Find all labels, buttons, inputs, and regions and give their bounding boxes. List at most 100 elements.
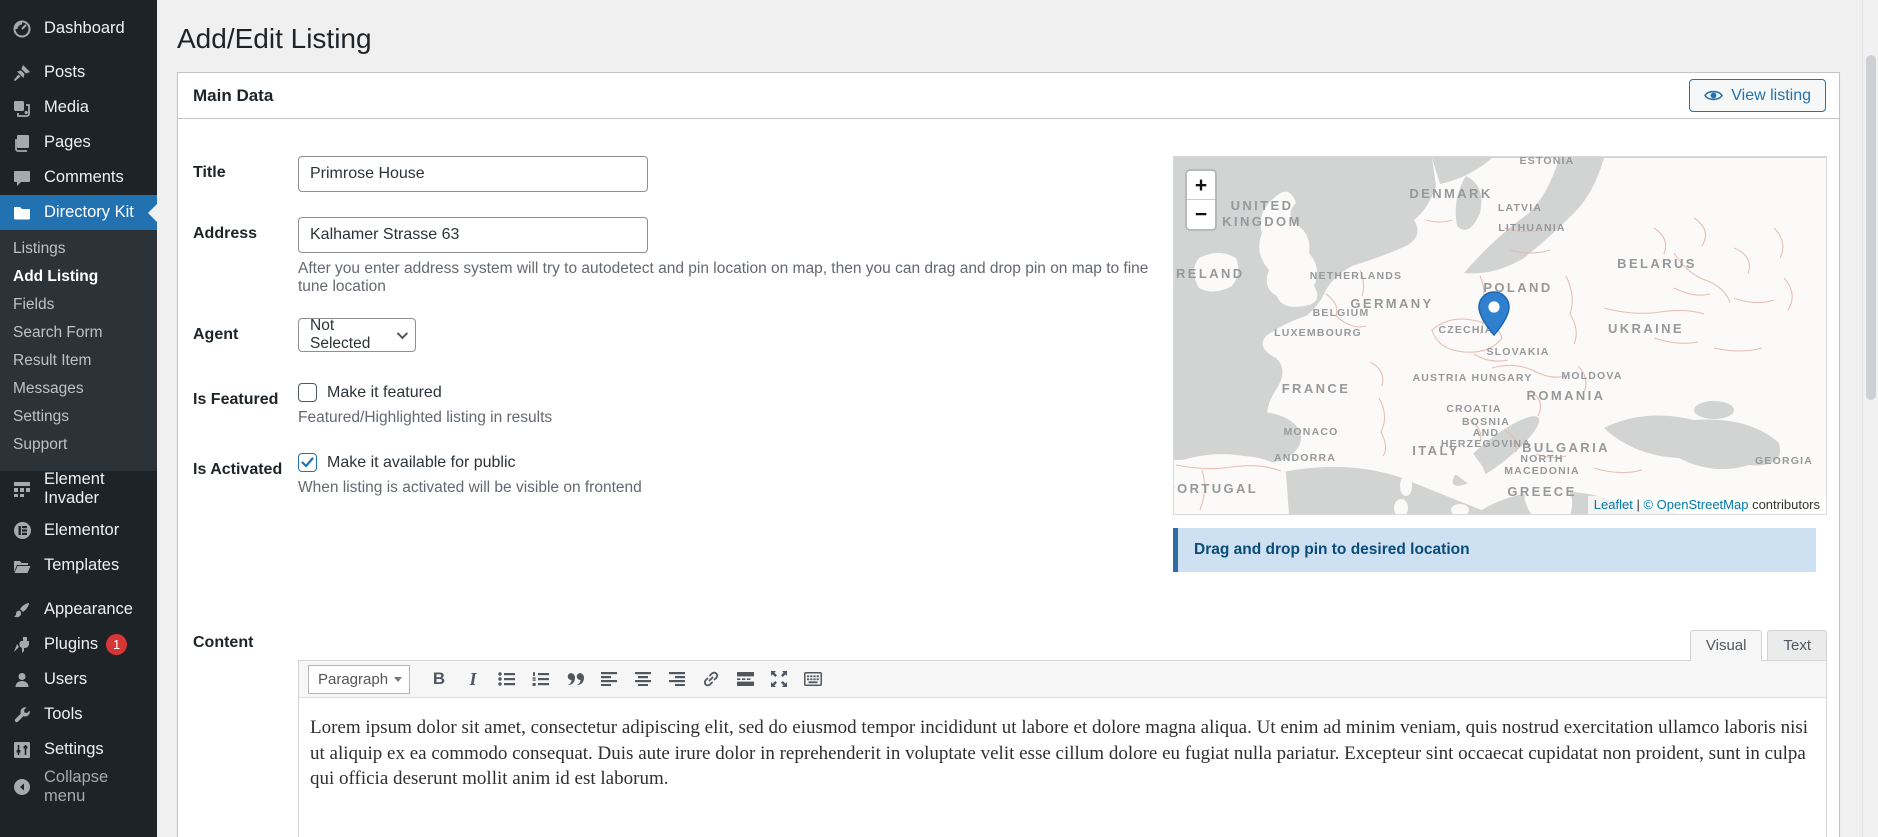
main-content: Add/Edit Listing Main Data View listing …: [157, 0, 1862, 837]
sidebar-item-label: Tools: [44, 705, 83, 724]
map-country-label: KINGDOM: [1222, 214, 1302, 229]
is-featured-help-text: Featured/Highlighted listing in results: [298, 409, 552, 427]
page-scrollbar: [1862, 0, 1878, 837]
insert-link-button[interactable]: [696, 665, 726, 693]
is-activated-checkbox-label: Make it available for public: [327, 454, 516, 472]
sidebar-item-settings-sub[interactable]: Settings: [0, 403, 157, 431]
view-listing-label: View listing: [1731, 87, 1811, 105]
bold-button[interactable]: B: [424, 665, 454, 693]
read-more-button[interactable]: [730, 665, 760, 693]
pushpin-icon: [11, 63, 33, 83]
sidebar-item-elementor[interactable]: Elementor: [0, 513, 157, 548]
sidebar-item-label: Settings: [44, 740, 104, 759]
bulleted-list-button[interactable]: [492, 665, 522, 693]
form-column: Title Address After you enter address sy…: [193, 156, 1173, 572]
sidebar-item-posts[interactable]: Posts: [0, 55, 157, 90]
sidebar-item-comments[interactable]: Comments: [0, 160, 157, 195]
dashboard-icon: [11, 19, 33, 39]
tab-text[interactable]: Text: [1767, 630, 1827, 660]
collapse-menu-button[interactable]: Collapse menu: [0, 769, 157, 804]
map-country-label: IRELAND: [1174, 266, 1245, 281]
sidebar-item-add-listing[interactable]: Add Listing: [0, 263, 157, 291]
editor-box: Paragraph B I: [298, 660, 1827, 837]
map-country-label: PORTUGAL: [1174, 481, 1258, 496]
tab-visual[interactable]: Visual: [1690, 630, 1763, 661]
map-zoom-control: + −: [1185, 169, 1217, 231]
sidebar-item-templates[interactable]: Templates: [0, 548, 157, 583]
sidebar-item-fields[interactable]: Fields: [0, 291, 157, 319]
map-drag-notice: Drag and drop pin to desired location: [1173, 528, 1816, 572]
is-activated-label: Is Activated: [193, 453, 298, 497]
zoom-in-button[interactable]: +: [1187, 171, 1215, 200]
is-activated-checkbox[interactable]: [298, 453, 317, 472]
content-editor: Visual Text Paragraph B I: [298, 630, 1827, 837]
align-left-button[interactable]: [594, 665, 624, 693]
plugins-update-badge: 1: [106, 634, 127, 655]
address-label: Address: [193, 217, 298, 296]
map-country-label: MONACO: [1283, 426, 1338, 438]
sidebar-item-label: Plugins: [44, 635, 98, 654]
sidebar-item-pages[interactable]: Pages: [0, 125, 157, 160]
comment-icon: [11, 168, 33, 188]
screen: Dashboard Posts Media Pages Comments Dir…: [0, 0, 1878, 837]
toolbar-toggle-button[interactable]: [798, 665, 828, 693]
openstreetmap-link[interactable]: © OpenStreetMap: [1643, 497, 1748, 512]
sidebar-item-messages[interactable]: Messages: [0, 375, 157, 403]
sidebar-item-result-item[interactable]: Result Item: [0, 347, 157, 375]
map-attribution: Leaflet | © OpenStreetMap contributors: [1588, 496, 1826, 514]
map-country-label: LITHUANIA: [1498, 222, 1565, 234]
map-country-label: GREECE: [1507, 484, 1576, 499]
map-country-label: ANDORRA: [1274, 452, 1336, 464]
sidebar-item-search-form[interactable]: Search Form: [0, 319, 157, 347]
zoom-out-button[interactable]: −: [1187, 200, 1215, 229]
sidebar-item-appearance[interactable]: Appearance: [0, 592, 157, 627]
leaflet-link[interactable]: Leaflet: [1594, 497, 1633, 512]
editor-tabs: Visual Text: [298, 630, 1827, 660]
sidebar-item-plugins[interactable]: Plugins 1: [0, 627, 157, 662]
sidebar-item-tools[interactable]: Tools: [0, 697, 157, 732]
sidebar-item-support[interactable]: Support: [0, 431, 157, 459]
editor-content-area[interactable]: Lorem ipsum dolor sit amet, consectetur …: [299, 698, 1826, 837]
sidebar-item-label: Comments: [44, 168, 124, 187]
is-featured-checkbox[interactable]: [298, 383, 317, 402]
map-country-label: BELARUS: [1617, 256, 1697, 271]
is-featured-label: Is Featured: [193, 383, 298, 427]
sidebar-item-settings[interactable]: Settings: [0, 732, 157, 767]
caret-down-icon: [394, 677, 402, 682]
sidebar-item-label: Pages: [44, 133, 91, 152]
sidebar-item-directory-kit[interactable]: Directory Kit: [0, 195, 157, 230]
fullscreen-button[interactable]: [764, 665, 794, 693]
italic-button[interactable]: I: [458, 665, 488, 693]
title-input[interactable]: [298, 156, 648, 192]
map-country-label: DENMARK: [1409, 186, 1492, 201]
sidebar-item-users[interactable]: Users: [0, 662, 157, 697]
align-center-button[interactable]: [628, 665, 658, 693]
agent-select[interactable]: Not Selected: [298, 318, 416, 352]
map-column: ESTONIA LATVIA LITHUANIA DENMARK UNITED …: [1173, 156, 1827, 572]
sidebar-item-listings[interactable]: Listings: [0, 235, 157, 263]
page-title: Add/Edit Listing: [177, 22, 1840, 56]
numbered-list-button[interactable]: [526, 665, 556, 693]
directory-kit-submenu: Listings Add Listing Fields Search Form …: [0, 230, 157, 471]
view-listing-button[interactable]: View listing: [1689, 79, 1826, 112]
main-data-panel: Main Data View listing Title Ad: [177, 72, 1840, 837]
align-right-button[interactable]: [662, 665, 692, 693]
agent-label: Agent: [193, 318, 298, 352]
plug-icon: [11, 635, 33, 655]
sidebar-item-dashboard[interactable]: Dashboard: [0, 11, 157, 46]
agent-select-value: Not Selected: [310, 317, 397, 353]
title-label: Title: [193, 156, 298, 192]
sidebar-item-label: Dashboard: [44, 19, 125, 38]
map-country-label: LUXEMBOURG: [1274, 327, 1362, 339]
map-country-label: ROMANIA: [1527, 388, 1606, 403]
map-country-label: NETHERLANDS: [1310, 270, 1403, 282]
chevron-down-icon: [397, 328, 408, 339]
map-country-label: UKRAINE: [1608, 321, 1684, 336]
blockquote-button[interactable]: [560, 665, 590, 693]
scrollbar-thumb[interactable]: [1866, 55, 1876, 400]
address-input[interactable]: [298, 217, 648, 253]
paragraph-format-select[interactable]: Paragraph: [308, 665, 410, 694]
leaflet-map[interactable]: ESTONIA LATVIA LITHUANIA DENMARK UNITED …: [1173, 156, 1827, 515]
sidebar-item-element-invader[interactable]: Element Invader: [0, 471, 157, 506]
sidebar-item-media[interactable]: Media: [0, 90, 157, 125]
